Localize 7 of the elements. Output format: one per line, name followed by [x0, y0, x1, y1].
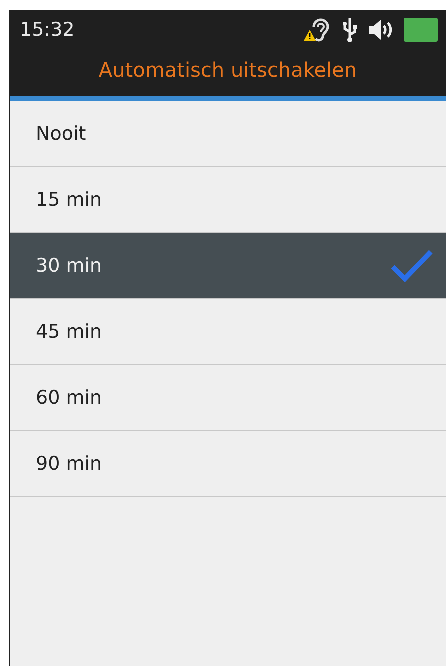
- screen-title: Automatisch uitschakelen: [98, 57, 358, 84]
- checkmark-icon: [390, 248, 434, 282]
- usb-icon: [342, 17, 358, 43]
- battery-icon: [404, 18, 438, 42]
- clock-time: 15:32: [20, 19, 76, 41]
- option-item[interactable]: 30 min: [10, 233, 446, 299]
- speaker-icon: [368, 19, 394, 41]
